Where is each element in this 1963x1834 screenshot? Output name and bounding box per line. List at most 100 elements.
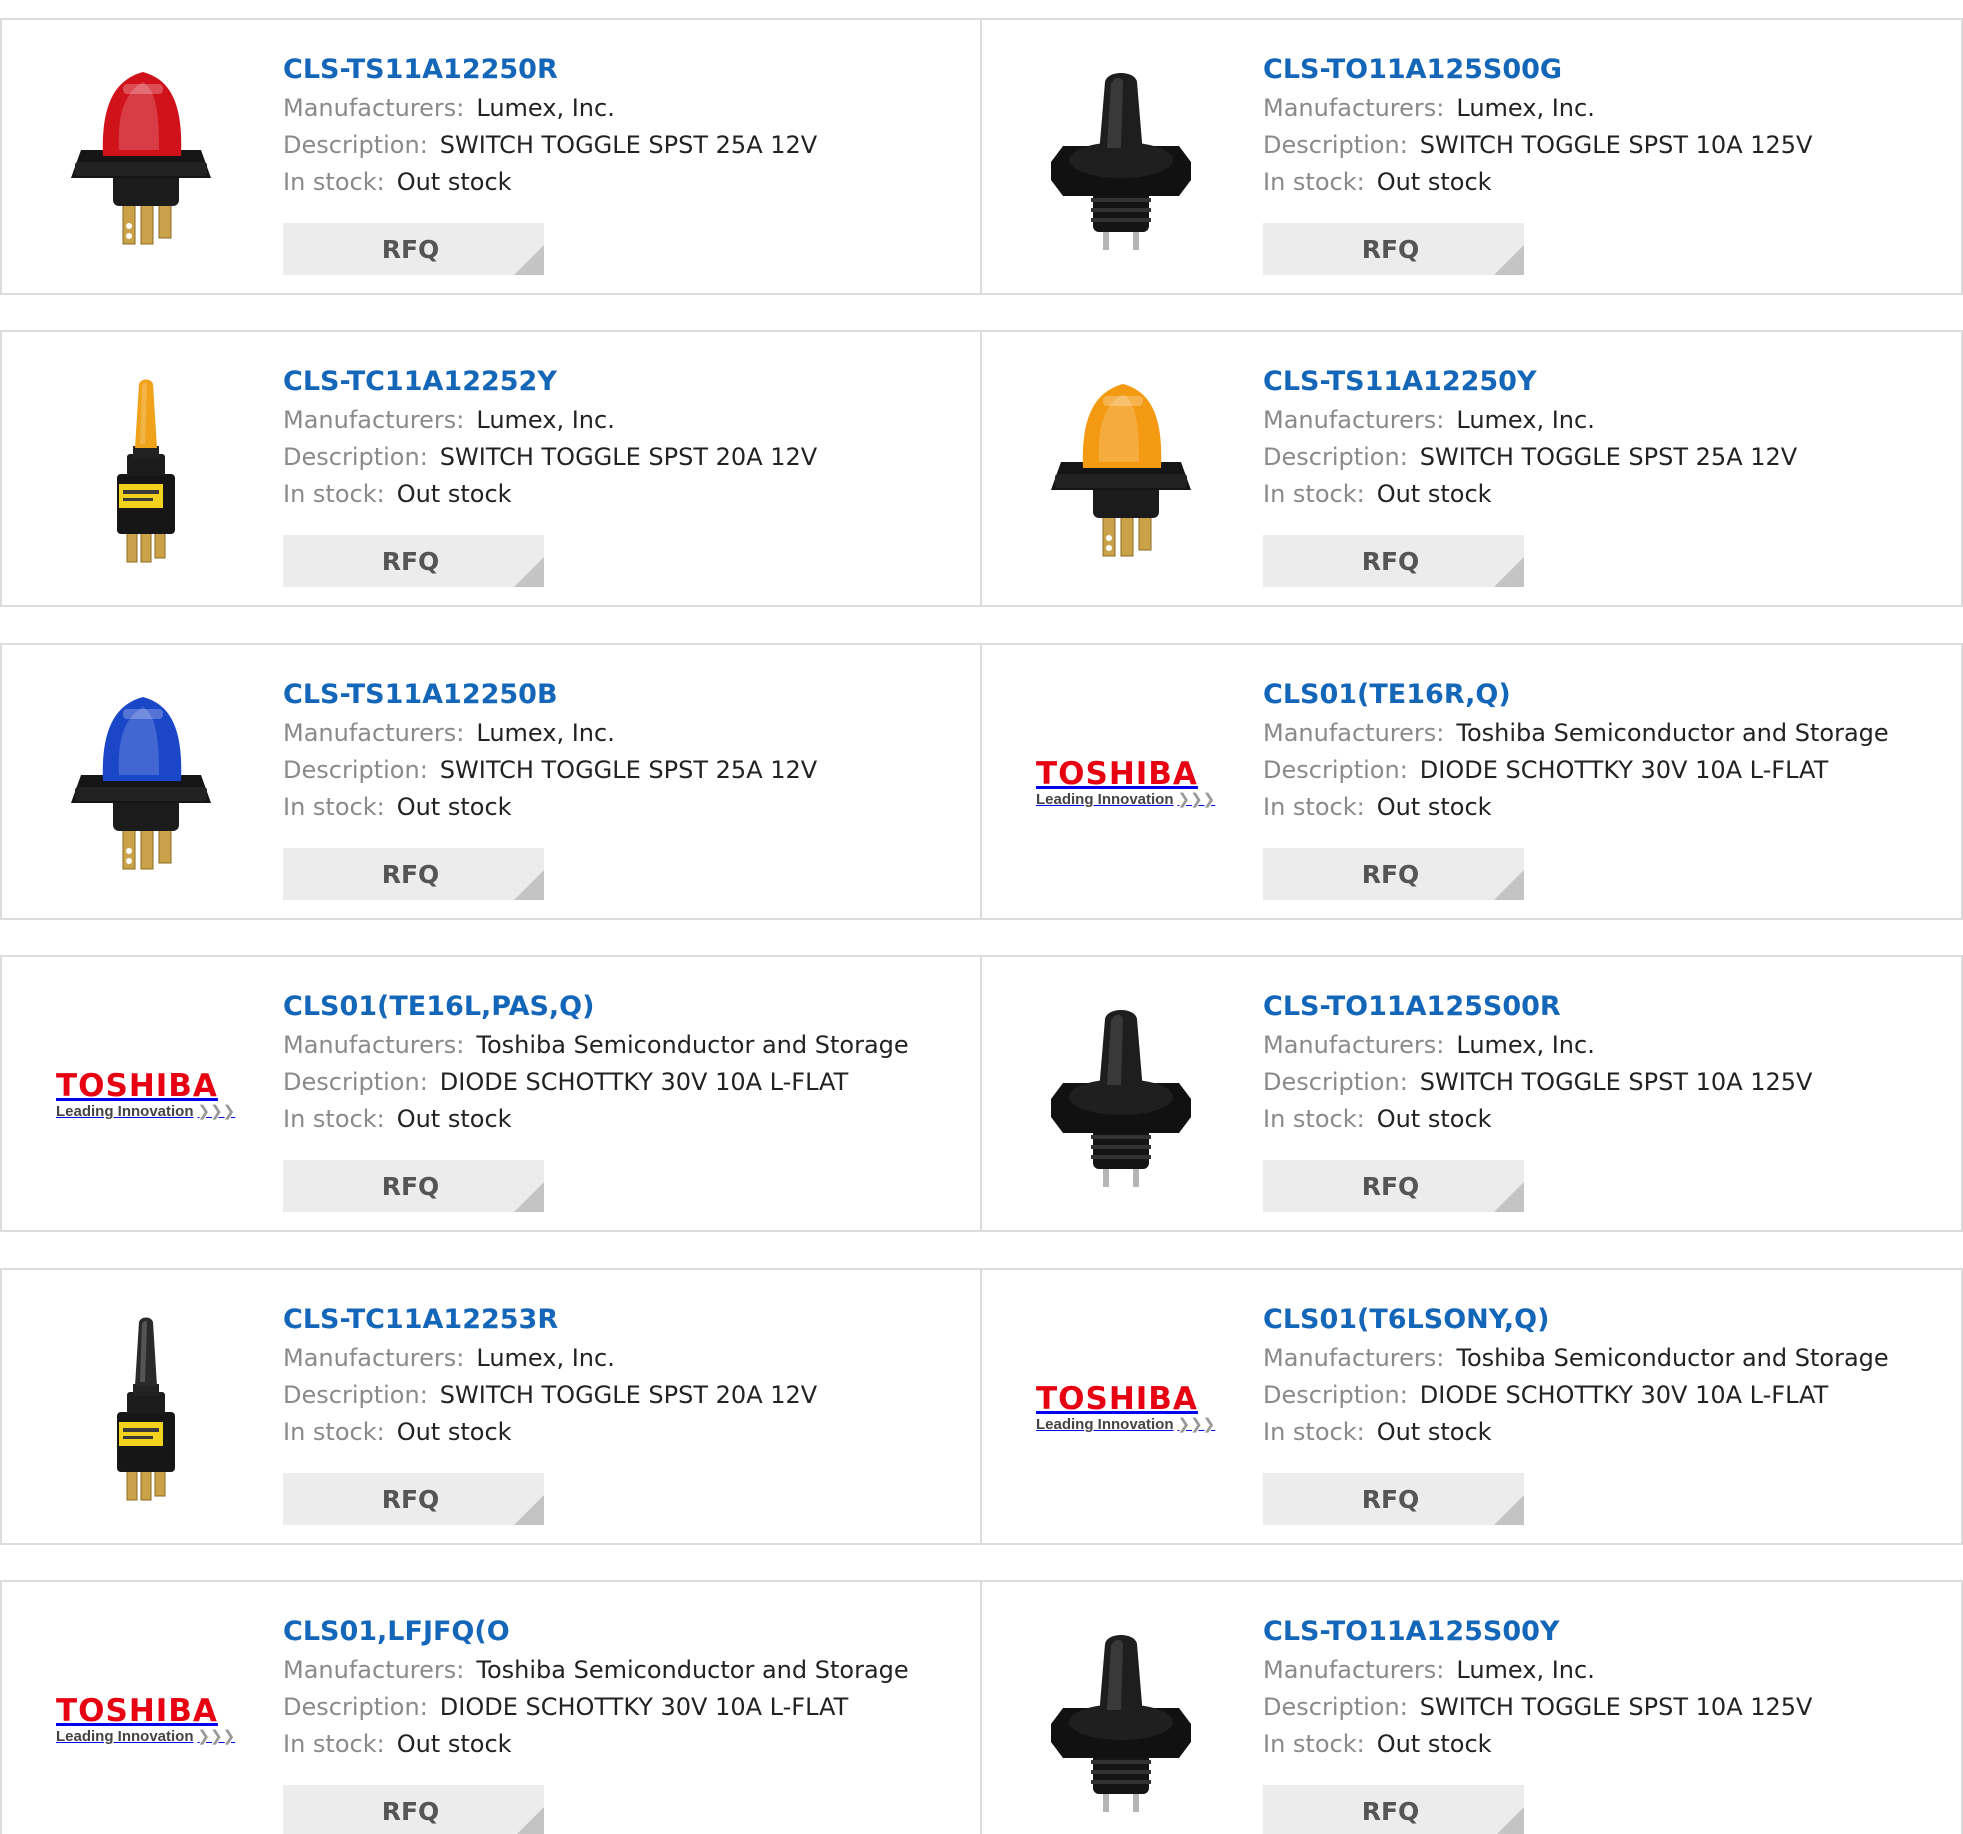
manufacturer-value: Lumex, Inc. [1456, 1656, 1595, 1684]
product-thumbnail[interactable] [1018, 58, 1224, 258]
product-thumbnail[interactable]: TOSHIBA Leading Innovation ❯❯❯ [1018, 1308, 1224, 1508]
manufacturer-line: Manufacturers: Lumex, Inc. [283, 715, 960, 752]
manufacturer-label: Manufacturers: [1263, 1344, 1445, 1372]
product-info: CLS01(TE16L,PAS,Q) Manufacturers: Toshiba… [283, 987, 960, 1138]
rfq-button[interactable]: RFQ [283, 1473, 544, 1525]
product-info: CLS-TS11A12250R Manufacturers: Lumex, Inc… [283, 50, 960, 201]
stock-value: Out stock [396, 1105, 512, 1133]
product-thumbnail[interactable]: TOSHIBA Leading Innovation ❯❯❯ [38, 1620, 244, 1820]
stock-value: Out stock [396, 1418, 512, 1446]
product-row: CLS-TS11A12250B Manufacturers: Lumex, Inc… [0, 643, 1963, 920]
rfq-button[interactable]: RFQ [283, 223, 544, 275]
stock-label: In stock: [283, 1730, 385, 1758]
part-number-link[interactable]: CLS-TS11A12250B [283, 675, 960, 715]
product-thumbnail[interactable] [38, 58, 244, 258]
description-line: Description: SWITCH TOGGLE SPST 25A 12V [283, 127, 960, 164]
rfq-button[interactable]: RFQ [1263, 848, 1524, 900]
product-thumbnail[interactable] [38, 370, 244, 570]
stock-value: Out stock [1376, 168, 1492, 196]
product-info: CLS-TO11A125S00G Manufacturers: Lumex, In… [1263, 50, 1941, 201]
part-number-link[interactable]: CLS-TS11A12250Y [1263, 362, 1941, 402]
round-toggle-switch-icon [1051, 73, 1191, 250]
rocker-switch-red-icon [71, 72, 211, 245]
stock-label: In stock: [1263, 793, 1365, 821]
manufacturer-value: Lumex, Inc. [1456, 1031, 1595, 1059]
part-number-link[interactable]: CLS-TS11A12250R [283, 50, 960, 90]
product-info: CLS-TS11A12250Y Manufacturers: Lumex, Inc… [1263, 362, 1941, 513]
rfq-button[interactable]: RFQ [1263, 223, 1524, 275]
rfq-button[interactable]: RFQ [283, 1785, 544, 1834]
product-card: CLS-TS11A12250Y Manufacturers: Lumex, Inc… [980, 330, 1963, 607]
rfq-button[interactable]: RFQ [1263, 1785, 1524, 1834]
manufacturer-value: Lumex, Inc. [1456, 406, 1595, 434]
description-line: Description: DIODE SCHOTTKY 30V 10A L-FLA… [1263, 1377, 1941, 1414]
part-number-link[interactable]: CLS01,LFJFQ(O [283, 1612, 960, 1652]
description-value: SWITCH TOGGLE SPST 25A 12V [439, 131, 818, 159]
manufacturer-value: Lumex, Inc. [476, 94, 615, 122]
manufacturer-line: Manufacturers: Lumex, Inc. [1263, 90, 1941, 127]
stock-line: In stock: Out stock [1263, 1414, 1941, 1451]
description-line: Description: SWITCH TOGGLE SPST 10A 125V [1263, 1064, 1941, 1101]
description-line: Description: DIODE SCHOTTKY 30V 10A L-FLA… [283, 1064, 960, 1101]
description-value: SWITCH TOGGLE SPST 10A 125V [1419, 1693, 1813, 1721]
product-card: CLS-TO11A125S00G Manufacturers: Lumex, In… [980, 18, 1963, 295]
product-card: CLS-TO11A125S00Y Manufacturers: Lumex, In… [980, 1580, 1963, 1834]
manufacturer-label: Manufacturers: [283, 94, 465, 122]
product-thumbnail[interactable] [1018, 1620, 1224, 1820]
rfq-button[interactable]: RFQ [283, 1160, 544, 1212]
manufacturer-label: Manufacturers: [1263, 719, 1445, 747]
description-line: Description: SWITCH TOGGLE SPST 20A 12V [283, 439, 960, 476]
toshiba-logo-word: TOSHIBA [1036, 756, 1198, 792]
description-value: DIODE SCHOTTKY 30V 10A L-FLAT [439, 1693, 849, 1721]
manufacturer-label: Manufacturers: [283, 406, 465, 434]
product-info: CLS-TC11A12253R Manufacturers: Lumex, Inc… [283, 1300, 960, 1451]
description-label: Description: [1263, 756, 1408, 784]
stock-label: In stock: [283, 793, 385, 821]
stock-line: In stock: Out stock [1263, 164, 1941, 201]
part-number-link[interactable]: CLS-TC11A12253R [283, 1300, 960, 1340]
stock-value: Out stock [396, 480, 512, 508]
product-thumbnail[interactable] [1018, 995, 1224, 1195]
part-number-link[interactable]: CLS-TO11A125S00Y [1263, 1612, 1941, 1652]
description-line: Description: SWITCH TOGGLE SPST 25A 12V [1263, 439, 1941, 476]
manufacturer-line: Manufacturers: Lumex, Inc. [1263, 1652, 1941, 1689]
part-number-link[interactable]: CLS-TC11A12252Y [283, 362, 960, 402]
rfq-button[interactable]: RFQ [1263, 1160, 1524, 1212]
part-number-link[interactable]: CLS01(TE16R,Q) [1263, 675, 1941, 715]
manufacturer-value: Toshiba Semiconductor and Storage [1456, 1344, 1889, 1372]
manufacturer-line: Manufacturers: Toshiba Semiconductor and … [1263, 715, 1941, 752]
product-thumbnail[interactable] [38, 1308, 244, 1508]
product-thumbnail[interactable] [38, 683, 244, 883]
rfq-button[interactable]: RFQ [283, 848, 544, 900]
stock-label: In stock: [1263, 168, 1365, 196]
product-thumbnail[interactable]: TOSHIBA Leading Innovation ❯❯❯ [38, 995, 244, 1195]
toshiba-logo: TOSHIBA Leading Innovation ❯❯❯ [56, 1069, 236, 1121]
product-info: CLS-TS11A12250B Manufacturers: Lumex, Inc… [283, 675, 960, 826]
part-number-link[interactable]: CLS-TO11A125S00G [1263, 50, 1941, 90]
manufacturer-label: Manufacturers: [283, 719, 465, 747]
stock-line: In stock: Out stock [1263, 476, 1941, 513]
part-number-link[interactable]: CLS01(T6LSONY,Q) [1263, 1300, 1941, 1340]
manufacturer-line: Manufacturers: Lumex, Inc. [283, 1340, 960, 1377]
product-card: TOSHIBA Leading Innovation ❯❯❯ CLS01(TE16… [980, 643, 1963, 920]
chevron-arrows-icon: ❯❯❯ [197, 1103, 236, 1120]
product-thumbnail[interactable]: TOSHIBA Leading Innovation ❯❯❯ [1018, 683, 1224, 883]
rfq-button[interactable]: RFQ [1263, 535, 1524, 587]
lever-toggle-switch-icon [117, 1317, 175, 1501]
part-number-link[interactable]: CLS-TO11A125S00R [1263, 987, 1941, 1027]
rfq-button[interactable]: RFQ [283, 535, 544, 587]
manufacturer-line: Manufacturers: Lumex, Inc. [283, 90, 960, 127]
corner-triangle-icon [514, 870, 544, 900]
product-thumbnail[interactable] [1018, 370, 1224, 570]
rfq-button[interactable]: RFQ [1263, 1473, 1524, 1525]
part-number-link[interactable]: CLS01(TE16L,PAS,Q) [283, 987, 960, 1027]
toshiba-logo-tagline: Leading Innovation ❯❯❯ [56, 1103, 236, 1120]
toshiba-logo: TOSHIBA Leading Innovation ❯❯❯ [56, 1694, 235, 1746]
stock-line: In stock: Out stock [1263, 1101, 1941, 1138]
corner-triangle-icon [514, 245, 544, 275]
description-label: Description: [1263, 1381, 1408, 1409]
manufacturer-label: Manufacturers: [1263, 406, 1445, 434]
stock-value: Out stock [396, 1730, 512, 1758]
product-row: TOSHIBA Leading Innovation ❯❯❯ CLS01(TE16… [0, 955, 1963, 1232]
description-label: Description: [283, 1068, 428, 1096]
